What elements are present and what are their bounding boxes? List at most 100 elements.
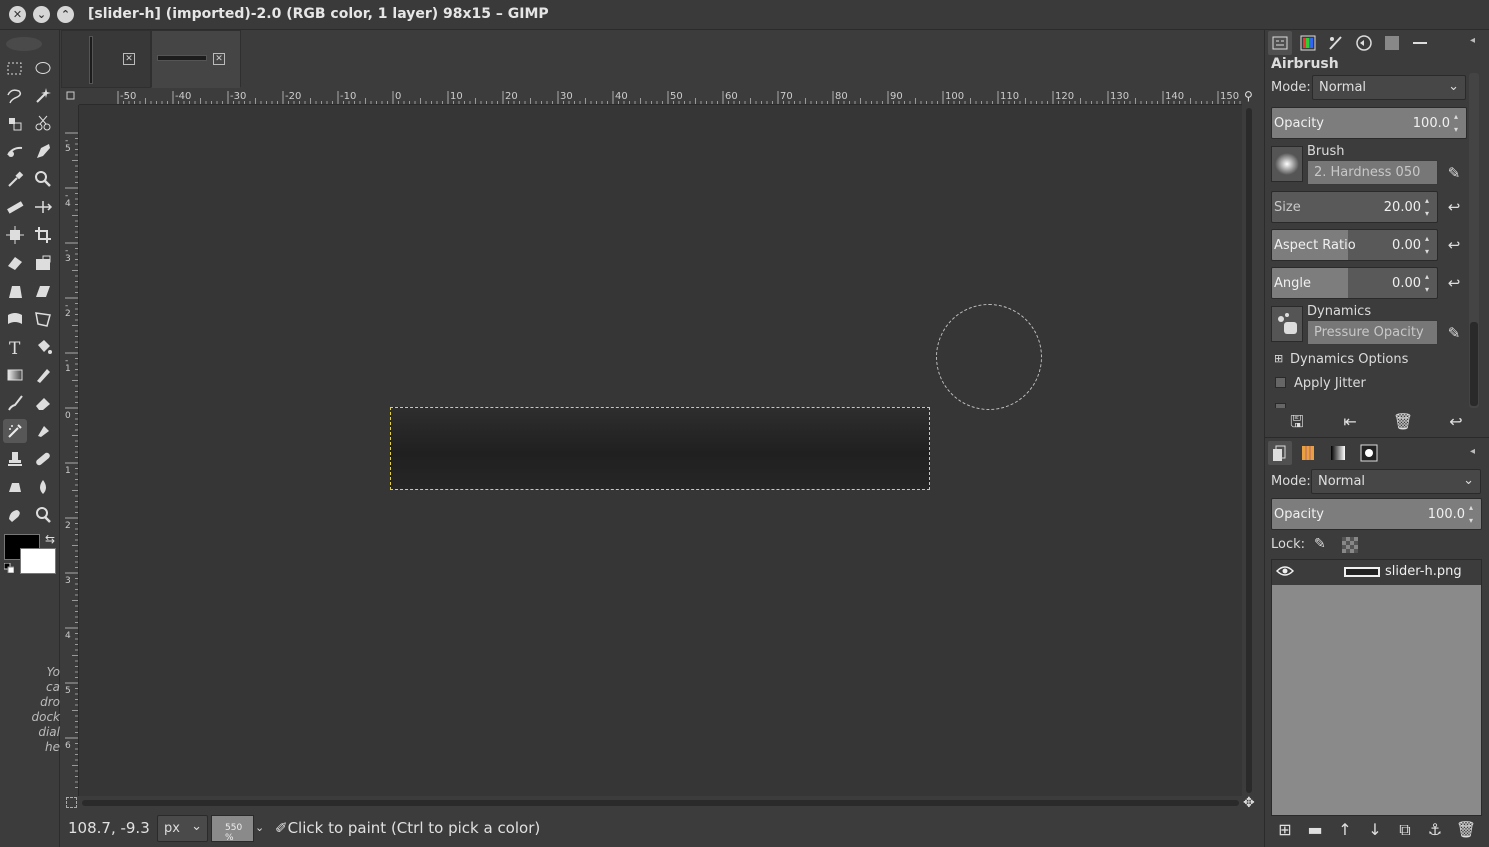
brushes-tab-icon[interactable] [1324,31,1348,55]
move-tool-icon[interactable] [31,195,55,219]
scale-tool-icon[interactable] [31,251,55,275]
dock-menu-icon[interactable]: ◂ [1470,35,1475,46]
layers-list[interactable] [1271,559,1482,816]
layers-dock-menu-icon[interactable]: ◂ [1470,446,1475,457]
ruler-corner[interactable] [62,88,79,105]
horizontal-scroll-thumb[interactable] [82,800,1239,806]
unified-transform-tool-icon[interactable] [3,251,27,275]
image-tab-slider-v[interactable]: ✕ [61,30,151,88]
airbrush-tool-icon[interactable] [3,419,27,443]
edit-brush-icon[interactable]: ✎ [1444,163,1464,183]
layer-mode-select[interactable]: Normal ⌄ [1311,469,1481,494]
perspective-tool-icon[interactable] [3,279,27,303]
unit-select[interactable]: px ⌄ [157,815,208,842]
tool-options-scroll-thumb[interactable] [1470,322,1478,406]
blur-sharpen-tool-icon[interactable] [31,475,55,499]
raise-layer-icon[interactable]: ↑ [1334,819,1356,841]
new-layer-group-icon[interactable]: ▬ [1304,819,1326,841]
zoom-tool-icon[interactable] [31,167,55,191]
warp-transform-tool-icon[interactable] [3,307,27,331]
fonts-tab-icon[interactable] [1408,31,1432,55]
scissors-select-tool-icon[interactable] [31,111,55,135]
opacity-slider[interactable]: Opacity 100.0 ▴ ▾ [1271,107,1467,139]
free-select-tool-icon[interactable] [3,83,27,107]
by-color-select-tool-icon[interactable] [3,111,27,135]
heal-tool-icon[interactable] [31,447,55,471]
paint-mode-select[interactable]: Normal ⌄ [1312,75,1466,100]
swap-colors-icon[interactable]: ⇆ [45,532,55,546]
layer-opacity-slider[interactable]: Opacity 100.0 ▴ ▾ [1271,498,1482,530]
smooth-stroke-checkbox[interactable] [1275,403,1286,408]
reset-options-icon[interactable]: ↩ [1445,411,1467,433]
anchor-layer-icon[interactable]: ⚓ [1424,819,1446,841]
maximize-window-button[interactable]: ⌃ [57,6,74,23]
reset-angle-icon[interactable]: ↩ [1444,273,1464,293]
gradients-tab-icon[interactable] [1326,441,1350,465]
ellipse-select-tool-icon[interactable] [31,56,55,80]
shear-tool-icon[interactable] [31,279,55,303]
spin-arrows-icon[interactable]: ▴ ▾ [1425,232,1435,258]
background-color-swatch[interactable] [20,548,56,574]
apply-jitter-label[interactable]: Apply Jitter [1294,376,1366,391]
spin-arrows-icon[interactable]: ▴ ▾ [1469,501,1479,527]
brush-name-field[interactable]: 2. Hardness 050 [1307,160,1438,185]
duplicate-layer-icon[interactable]: ⧉ [1394,819,1416,841]
close-tab-icon[interactable]: ✕ [123,53,135,65]
angle-slider[interactable]: Angle 0.00 ▴ ▾ [1271,267,1438,299]
horizontal-ruler[interactable]: -50 -40 -30 -20 -10 0 10 20 30 40 50 60 70 80 90 100 110… [79,88,1242,105]
size-slider[interactable]: Size 20.00 ▴ ▾ [1271,191,1438,223]
minimize-window-button[interactable]: ⌄ [33,6,50,23]
spin-arrows-icon[interactable]: ▴ ▾ [1454,110,1464,136]
quick-mask-icon[interactable] [66,797,77,808]
lower-layer-icon[interactable]: ↓ [1364,819,1386,841]
brush-preview[interactable] [1271,146,1303,182]
paths-tool-icon[interactable] [31,139,55,163]
bucket-fill-tool-icon[interactable] [31,335,55,359]
lock-alpha-icon[interactable] [1342,537,1358,553]
vertical-scroll-thumb[interactable] [1246,108,1252,793]
dynamics-name-field[interactable]: Pressure Opacity [1307,320,1438,345]
zoom-dropdown-icon[interactable]: ⌄ [255,815,269,842]
zoom-input[interactable]: 550 % [211,815,254,843]
new-layer-icon[interactable]: ⊞ [1274,819,1296,841]
dynamics-options-expander[interactable]: Dynamics Options [1290,352,1408,367]
measure-tool-icon[interactable] [3,195,27,219]
aspect-ratio-slider[interactable]: Aspect Ratio 0.00 ▴ ▾ [1271,229,1438,261]
align-tool-icon[interactable] [3,223,27,247]
image-tab-slider-h[interactable]: ✕ [151,30,241,88]
reset-aspect-icon[interactable]: ↩ [1444,235,1464,255]
spin-arrows-icon[interactable]: ▴ ▾ [1425,194,1435,220]
crop-tool-icon[interactable] [31,223,55,247]
close-window-button[interactable]: ✕ [9,6,26,23]
image-content-slider[interactable] [390,407,930,490]
foreground-select-tool-icon[interactable] [3,139,27,163]
layers-tab-icon[interactable] [1268,441,1292,465]
perspective-clone-tool-icon[interactable] [3,475,27,499]
brushes-preview-tab-icon[interactable] [1357,441,1381,465]
rect-select-tool-icon[interactable] [3,56,27,80]
save-options-icon[interactable]: 🖫 [1286,411,1308,433]
undo-history-tab-icon[interactable] [1352,31,1376,55]
colors-tab-icon[interactable] [1296,31,1320,55]
clone-tool-icon[interactable] [3,447,27,471]
delete-layer-icon[interactable]: 🗑 [1455,819,1477,841]
restore-options-icon[interactable]: ⇤ [1339,411,1361,433]
text-tool-icon[interactable]: T [3,335,27,359]
reset-size-icon[interactable]: ↩ [1444,197,1464,217]
zoom-fit-icon[interactable]: ⚲ [1244,89,1253,103]
cage-transform-tool-icon[interactable] [31,307,55,331]
tool-options-tab-icon[interactable] [1268,31,1292,55]
patterns-tab-icon[interactable] [1380,31,1404,55]
apply-jitter-checkbox[interactable] [1275,377,1286,388]
gradient-tool-icon[interactable] [3,363,27,387]
spin-arrows-icon[interactable]: ▴ ▾ [1425,270,1435,296]
paintbrush-tool-icon[interactable] [3,391,27,415]
lock-pixels-icon[interactable]: ✎ [1314,536,1326,552]
dodge-burn-tool-icon[interactable] [31,503,55,527]
pencil-tool-icon[interactable] [31,363,55,387]
smudge-tool-icon[interactable] [3,503,27,527]
color-picker-tool-icon[interactable] [3,167,27,191]
ink-tool-icon[interactable] [31,419,55,443]
eraser-tool-icon[interactable] [31,391,55,415]
delete-options-icon[interactable]: 🗑 [1392,411,1414,433]
